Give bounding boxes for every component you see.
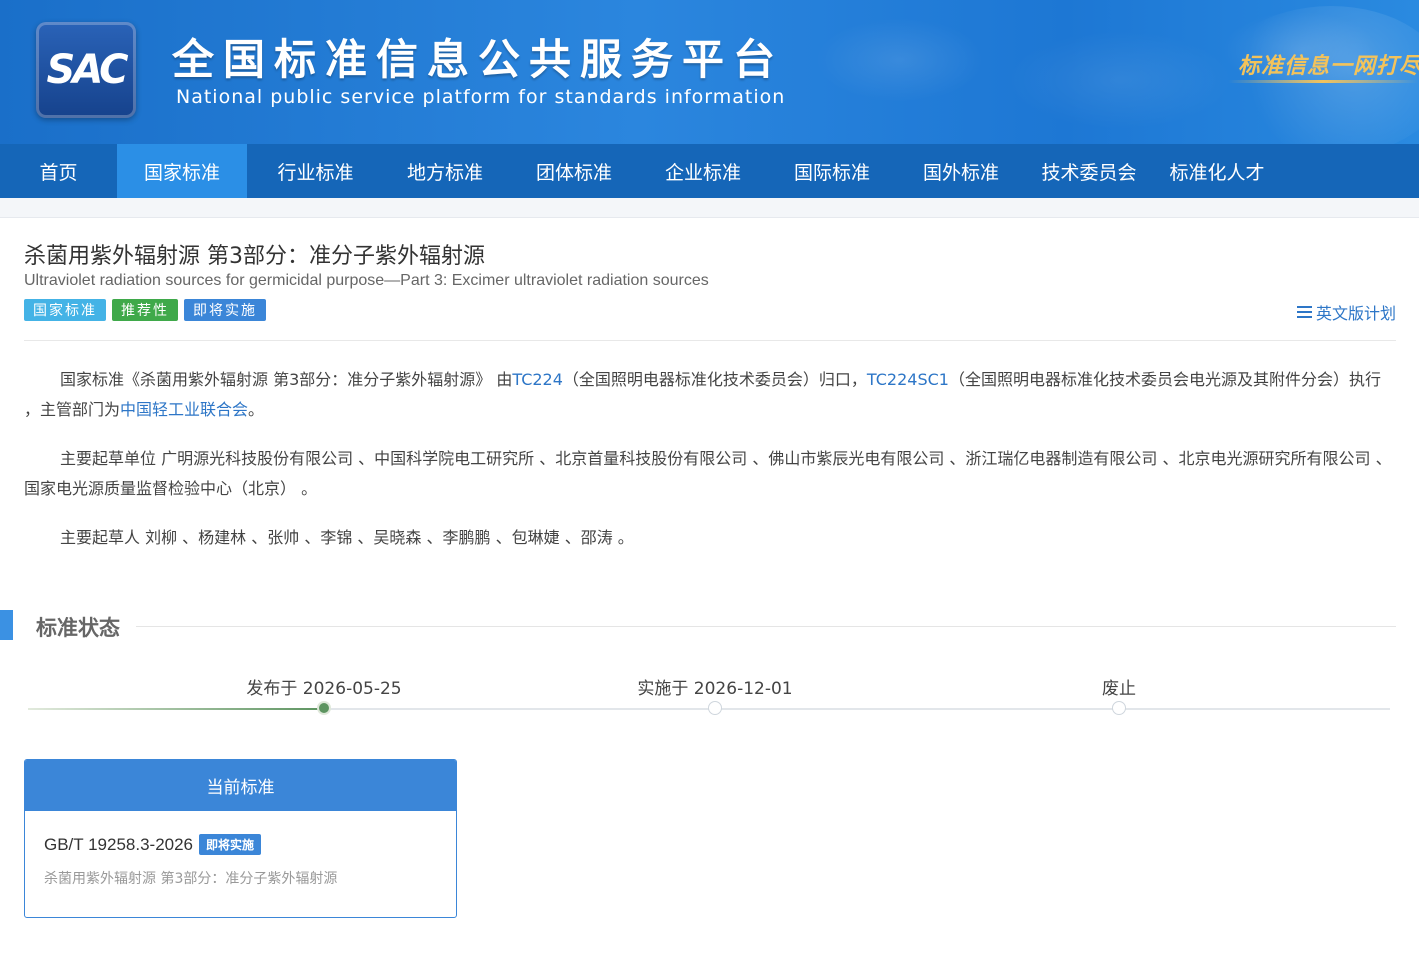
nav-foreign-standards[interactable]: 国外标准 bbox=[900, 144, 1022, 198]
nav-industry-standards[interactable]: 行业标准 bbox=[247, 144, 384, 198]
nav-separator bbox=[0, 198, 1419, 218]
status-section-title: 标准状态 bbox=[36, 616, 120, 640]
standard-tags: 国家标准 推荐性 即将实施 bbox=[24, 299, 266, 321]
tc224sc1-link[interactable]: TC224SC1 bbox=[867, 370, 949, 389]
english-version-plan-link[interactable]: 英文版计划 bbox=[1296, 300, 1396, 324]
timeline-label-published: 发布于 2026-05-25 bbox=[246, 679, 402, 699]
nav-home[interactable]: 首页 bbox=[0, 144, 117, 198]
nav-international-standards[interactable]: 国际标准 bbox=[764, 144, 900, 198]
site-title-en: National public service platform for sta… bbox=[176, 86, 786, 108]
tc224-link[interactable]: TC224 bbox=[512, 370, 563, 389]
governance-paragraph: 国家标准《杀菌用紫外辐射源 第3部分：准分子紫外辐射源》 由TC224（全国照明… bbox=[24, 370, 1381, 419]
timeline-label-abolished: 废止 bbox=[1102, 679, 1136, 699]
list-icon bbox=[1296, 306, 1312, 318]
standard-title-cn: 杀菌用紫外辐射源 第3部分：准分子紫外辐射源 bbox=[24, 244, 485, 269]
english-version-plan-label: 英文版计划 bbox=[1315, 304, 1396, 323]
section-marker bbox=[0, 610, 13, 640]
tag-national-standard: 国家标准 bbox=[24, 299, 106, 321]
standard-title-en: Ultraviolet radiation sources for germic… bbox=[24, 272, 709, 289]
nav-standardization-talent[interactable]: 标准化人才 bbox=[1156, 144, 1278, 198]
nav-enterprise-standards[interactable]: 企业标准 bbox=[642, 144, 764, 198]
standard-code: GB/T 19258.3-2026 bbox=[44, 834, 194, 854]
header-banner: SAC 全国标准信息公共服务平台 National public service… bbox=[0, 0, 1419, 144]
tag-upcoming: 即将实施 bbox=[184, 299, 266, 321]
section-line bbox=[136, 626, 1396, 627]
timeline-label-implemented: 实施于 2026-12-01 bbox=[637, 679, 793, 699]
logo-text: SAC bbox=[46, 47, 129, 93]
timeline-progress bbox=[28, 708, 324, 710]
current-standard-card[interactable]: 当前标准 GB/T 19258.3-2026 即将实施 杀菌用紫外辐射源 第3部… bbox=[24, 759, 457, 918]
timeline-dot-implemented bbox=[708, 701, 722, 715]
nav-local-standards[interactable]: 地方标准 bbox=[384, 144, 506, 198]
timeline-dot-abolished bbox=[1112, 701, 1126, 715]
site-title-cn: 全国标准信息公共服务平台 bbox=[172, 35, 785, 84]
current-standard-header: 当前标准 bbox=[25, 760, 456, 811]
title-divider bbox=[24, 340, 1396, 341]
department-link[interactable]: 中国轻工业联合会 bbox=[120, 400, 248, 419]
drafters-paragraph: 主要起草人 刘柳 、杨建林 、张帅 、李锦 、吴晓森 、李鹏鹏 、包琳婕 、邵涛… bbox=[60, 528, 634, 547]
sac-logo[interactable]: SAC bbox=[36, 22, 136, 118]
main-nav: 首页 国家标准 行业标准 地方标准 团体标准 企业标准 国际标准 国外标准 技术… bbox=[0, 144, 1419, 198]
slogan-underline bbox=[1228, 80, 1418, 83]
timeline-dot-published bbox=[317, 701, 331, 715]
nav-national-standards[interactable]: 国家标准 bbox=[117, 144, 247, 198]
current-standard-name: 杀菌用紫外辐射源 第3部分：准分子紫外辐射源 bbox=[44, 871, 338, 887]
tag-recommended: 推荐性 bbox=[112, 299, 178, 321]
drafting-units-paragraph: 主要起草单位 广明源光科技股份有限公司 、中国科学院电工研究所 、北京首量科技股… bbox=[24, 449, 1392, 498]
upcoming-badge: 即将实施 bbox=[199, 834, 262, 855]
nav-technical-committees[interactable]: 技术委员会 bbox=[1022, 144, 1156, 198]
nav-group-standards[interactable]: 团体标准 bbox=[506, 144, 642, 198]
current-standard-code-row: GB/T 19258.3-2026 即将实施 bbox=[44, 834, 262, 855]
slogan: 标准信息一网打尽 bbox=[1238, 53, 1419, 79]
